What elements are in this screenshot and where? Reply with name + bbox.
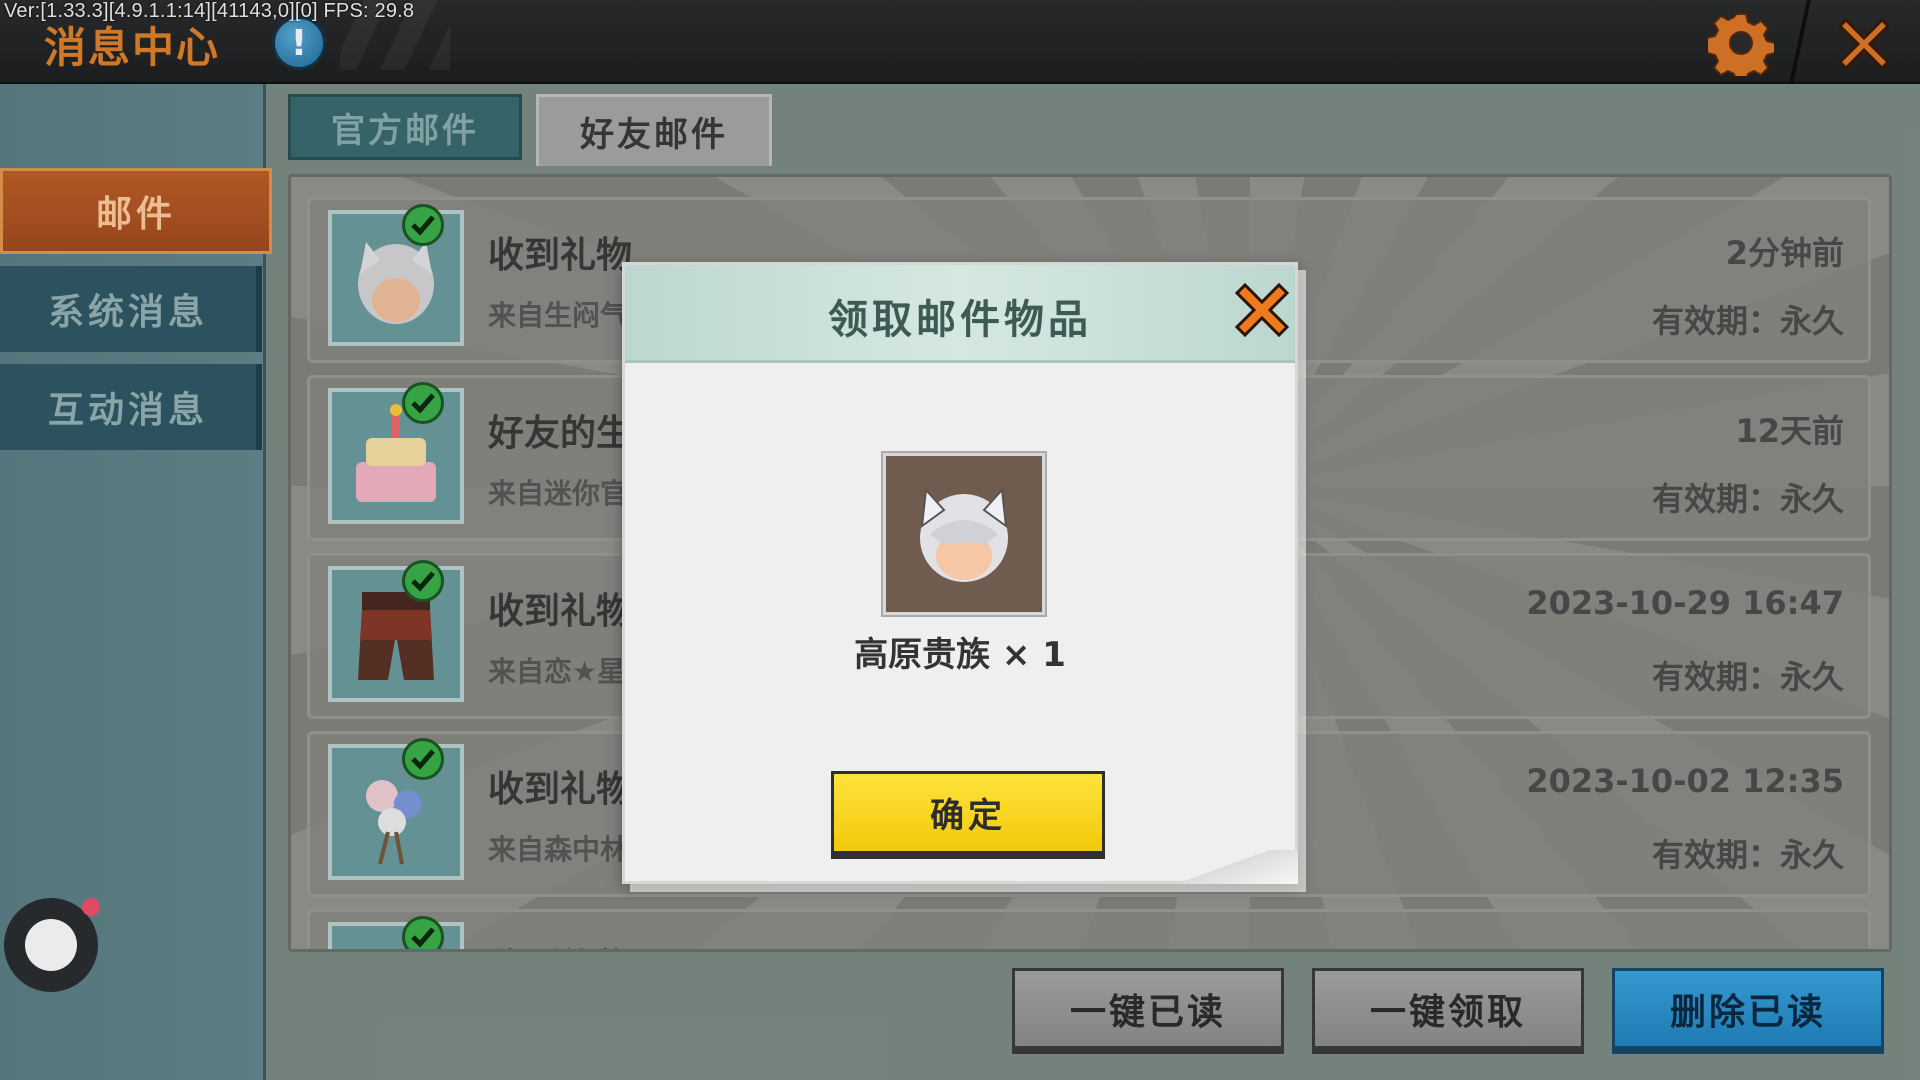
close-icon[interactable] (1231, 279, 1293, 341)
confirm-button[interactable]: 确定 (831, 771, 1105, 859)
page-curl-decoration (1168, 850, 1298, 884)
silver-hair-icon (883, 453, 1045, 615)
claim-items-dialog: 领取邮件物品 高原贵族 × 1 确定 (622, 262, 1298, 884)
dialog-header: 领取邮件物品 (625, 265, 1295, 363)
item-name-label: 高原贵族 × 1 (854, 635, 1066, 675)
dialog-title: 领取邮件物品 (828, 297, 1092, 343)
